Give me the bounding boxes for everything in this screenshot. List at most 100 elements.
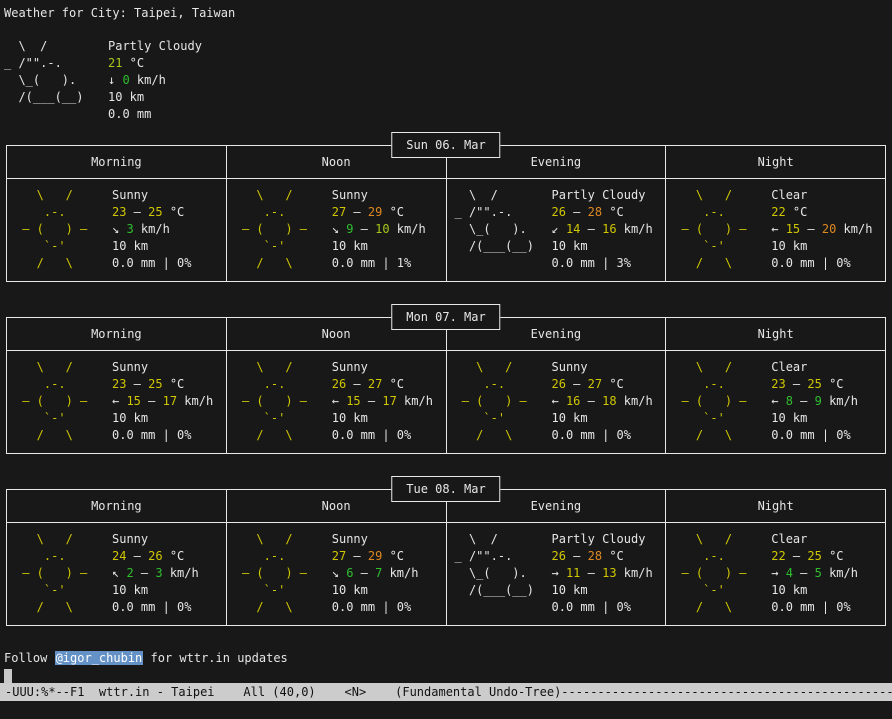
sunny-icon: \ / .-. – ( ) – `-' / \ — [235, 187, 332, 272]
weather-text: – — [141, 394, 163, 408]
modeline: -UUU:%*--F1 wttr.in - Taipei All (40,0) … — [0, 683, 892, 701]
weather-value: 5 — [815, 566, 822, 580]
weather-text: – — [361, 394, 383, 408]
wind: ← 16 – 18 km/h — [552, 393, 653, 410]
weather-value: 18 — [602, 394, 616, 408]
weather-text: Partly Cloudy — [552, 532, 646, 546]
footer-text-prefix: Follow — [4, 651, 55, 665]
weather-value: 25 — [807, 549, 821, 563]
weather-text: Clear — [771, 188, 807, 202]
weather-value: 26 — [552, 549, 566, 563]
weather-text: – — [793, 566, 815, 580]
forecast-days: Sun 06. MarMorningNoonEveningNight \ / .… — [4, 132, 892, 626]
weather-text: 10 km — [771, 583, 807, 597]
temperature: 23 – 25 °C — [771, 376, 858, 393]
weather-text: Sunny — [112, 188, 148, 202]
weather-value: 2 — [126, 566, 133, 580]
weather-text: °C — [602, 377, 624, 391]
weather-text: km/h — [822, 394, 858, 408]
sunny-icon: \ / .-. – ( ) – `-' / \ — [235, 359, 332, 444]
weather-text: → — [771, 566, 785, 580]
cell-details: Sunny27 – 29 °C↘ 9 – 10 km/h10 km0.0 mm … — [332, 187, 426, 272]
precipitation: 0.0 mm | 0% — [552, 599, 653, 616]
wind: ↖ 2 – 3 km/h — [112, 565, 199, 582]
weather-value: 26 — [552, 205, 566, 219]
weather-text: – — [126, 205, 148, 219]
cell-details: Sunny26 – 27 °C← 15 – 17 km/h10 km0.0 mm… — [332, 359, 433, 444]
weather-text: °C — [822, 549, 844, 563]
visibility: 10 km — [112, 582, 199, 599]
period-header-night: Night — [665, 490, 885, 522]
temperature: 23 – 25 °C — [112, 204, 191, 221]
weather-text: 10 km — [112, 239, 148, 253]
wind: ↘ 6 – 7 km/h — [332, 565, 419, 582]
weather-text: – — [786, 377, 808, 391]
weather-text: Sunny — [332, 532, 368, 546]
visibility: 10 km — [332, 410, 433, 427]
weather-text: 10 km — [771, 411, 807, 425]
temperature: 23 – 25 °C — [112, 376, 213, 393]
forecast-cell-noon: \ / .-. – ( ) – `-' / \Sunny27 – 29 °C↘ … — [226, 179, 446, 281]
wind: ↘ 3 km/h — [112, 221, 191, 238]
condition: Sunny — [112, 359, 213, 376]
weather-text: km/h — [822, 566, 858, 580]
weather-text: 10 km — [108, 90, 144, 104]
weather-text: °C — [163, 205, 185, 219]
clear-icon: \ / .-. – ( ) – `-' / \ — [674, 531, 771, 616]
forecast-cell-morning: \ / .-. – ( ) – `-' / \Sunny23 – 25 °C← … — [7, 351, 226, 453]
wind: ← 15 – 17 km/h — [332, 393, 433, 410]
weather-value: 28 — [588, 549, 602, 563]
forecast-row: \ / .-. – ( ) – `-' / \Sunny24 – 26 °C↖ … — [7, 523, 885, 625]
weather-text: – — [800, 222, 822, 236]
weather-text: km/h — [397, 394, 433, 408]
visibility: 10 km — [108, 89, 202, 106]
date-label: Mon 07. Mar — [391, 304, 500, 330]
weather-text: 0.0 mm | 0% — [112, 256, 191, 270]
weather-value: 10 — [375, 222, 389, 236]
weather-text: 10 km — [112, 583, 148, 597]
forecast-cell-evening: \ / _ /"".-. \_( ). /(___(__) Partly Clo… — [446, 523, 666, 625]
weather-text: °C — [786, 205, 808, 219]
visibility: 10 km — [552, 238, 653, 255]
weather-text: 0.0 mm | 0% — [112, 600, 191, 614]
weather-text: km/h — [130, 73, 166, 87]
weather-text: – — [566, 205, 588, 219]
temperature: 22 °C — [771, 204, 872, 221]
forecast-cell-evening: \ / _ /"".-. \_( ). /(___(__) Partly Clo… — [446, 179, 666, 281]
sunny-icon: \ / .-. – ( ) – `-' / \ — [15, 187, 112, 272]
twitter-link[interactable]: @igor_chubin — [55, 651, 144, 665]
forecast-cell-noon: \ / .-. – ( ) – `-' / \Sunny26 – 27 °C← … — [226, 351, 446, 453]
precipitation: 0.0 mm — [108, 106, 202, 123]
weather-text: – — [786, 549, 808, 563]
partly-cloudy-icon: \ / _ /"".-. \_( ). /(___(__) — [4, 38, 108, 123]
clear-icon: \ / .-. – ( ) – `-' / \ — [674, 187, 771, 272]
wttr-buffer[interactable]: Weather for City: Taipei, Taiwan \ / _ /… — [0, 0, 892, 683]
condition: Sunny — [112, 531, 199, 548]
condition: Partly Cloudy — [108, 38, 202, 55]
weather-value: 27 — [368, 377, 382, 391]
cell-details: Clear23 – 25 °C← 8 – 9 km/h10 km0.0 mm |… — [771, 359, 858, 444]
minibuffer[interactable] — [0, 701, 892, 719]
cell-details: Sunny23 – 25 °C← 15 – 17 km/h10 km0.0 mm… — [112, 359, 213, 444]
weather-text: ← — [771, 222, 785, 236]
weather-text: km/h — [134, 222, 170, 236]
wind: → 4 – 5 km/h — [771, 565, 858, 582]
forecast-cell-morning: \ / .-. – ( ) – `-' / \Sunny 23 – 25 °C↘ … — [7, 179, 226, 281]
sunny-icon: \ / .-. – ( ) – `-' / \ — [235, 531, 332, 616]
forecast-cell-noon: \ / .-. – ( ) – `-' / \Sunny27 – 29 °C↘ … — [226, 523, 446, 625]
partly-cloudy-icon: \ / _ /"".-. \_( ). /(___(__) — [455, 187, 552, 272]
condition: Clear — [771, 359, 858, 376]
temperature: 24 – 26 °C — [112, 548, 199, 565]
cell-details: Sunny 23 – 25 °C↘ 3 km/h10 km 0.0 mm | 0% — [112, 187, 191, 272]
wind: ← 15 – 17 km/h — [112, 393, 213, 410]
weather-text: 0.0 mm | 0% — [771, 428, 850, 442]
precipitation: 0.0 mm | 0% — [771, 599, 858, 616]
visibility: 10 km — [112, 238, 191, 255]
weather-text: °C — [602, 205, 624, 219]
forecast-cell-night: \ / .-. – ( ) – `-' / \Clear23 – 25 °C← … — [665, 351, 885, 453]
cell-details: Clear22 – 25 °C→ 4 – 5 km/h10 km0.0 mm |… — [771, 531, 858, 616]
weather-text: 10 km — [552, 583, 588, 597]
weather-text: – — [566, 377, 588, 391]
weather-text: ← — [112, 394, 126, 408]
forecast-cell-evening: \ / .-. – ( ) – `-' / \Sunny26 – 27 °C← … — [446, 351, 666, 453]
